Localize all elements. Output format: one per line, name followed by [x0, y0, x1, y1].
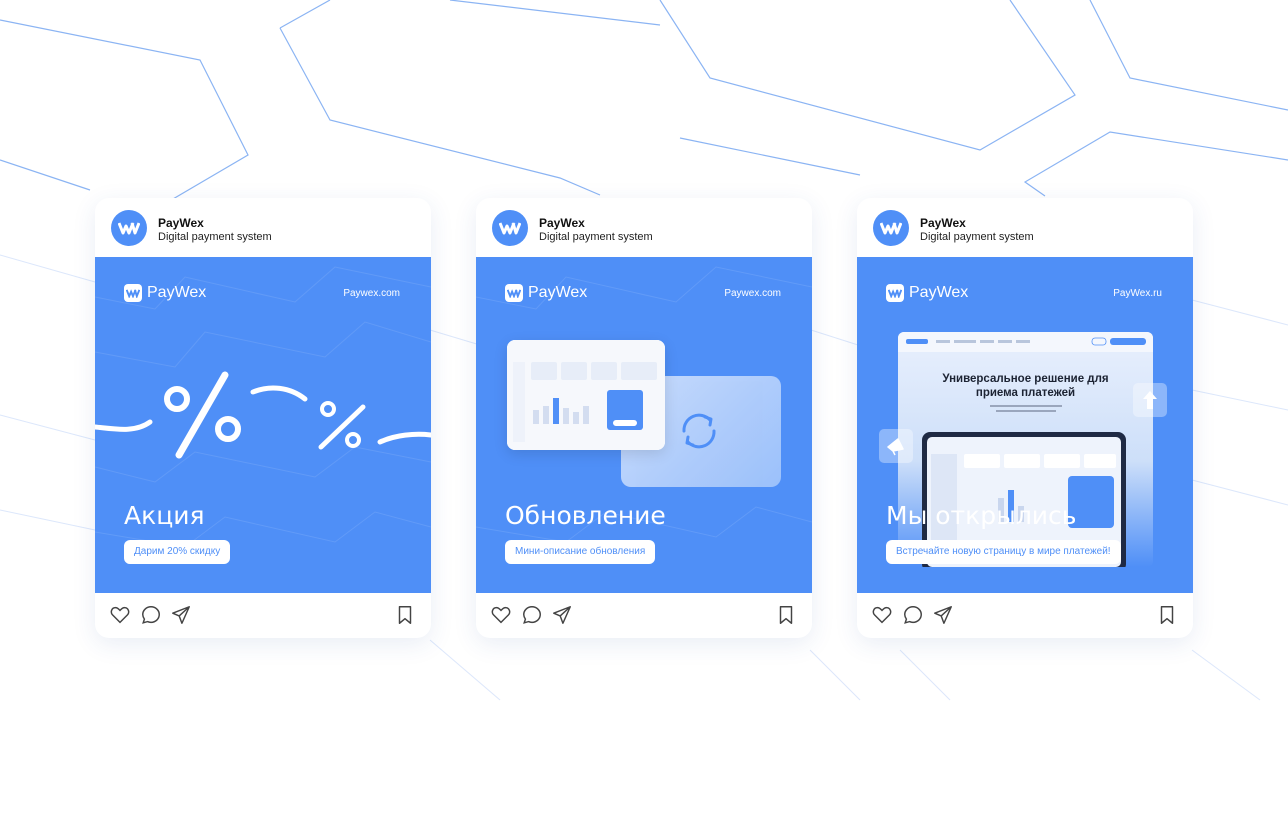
brand-name: PayWex: [528, 284, 588, 301]
comment-icon[interactable]: [521, 604, 543, 626]
share-icon[interactable]: [170, 604, 192, 626]
account-subtitle: Digital payment system: [539, 231, 653, 243]
post-pill: Дарим 20% скидку: [124, 540, 231, 564]
bookmark-icon[interactable]: [1156, 604, 1178, 626]
brand-name: PayWex: [147, 284, 207, 301]
brand-logo: PayWex: [505, 284, 587, 302]
site-url: PayWex.ru: [1113, 288, 1162, 299]
percent-large-icon: [164, 371, 241, 459]
bookmark-icon[interactable]: [775, 604, 797, 626]
refresh-icon: [682, 413, 716, 449]
upload-arrow-icon: [1133, 383, 1167, 417]
brand-logo: PayWex: [124, 284, 206, 302]
post-actions: [857, 593, 1193, 638]
paywex-logo-icon: [118, 222, 140, 235]
post-header: PayWex Digital payment system: [95, 198, 431, 257]
avatar[interactable]: [492, 210, 528, 246]
post-image[interactable]: PayWex Paywex.com Обновление Мини-описан…: [476, 257, 812, 593]
post-card-promo: PayWex Digital payment system PayWex Pay…: [95, 198, 431, 638]
site-url: Paywex.com: [724, 288, 781, 299]
site-url: Paywex.com: [343, 288, 400, 299]
account-subtitle: Digital payment system: [920, 231, 1034, 243]
comment-icon[interactable]: [140, 604, 162, 626]
avatar[interactable]: [111, 210, 147, 246]
paywex-logo-icon: [880, 222, 902, 235]
percent-small-icon: [318, 401, 366, 450]
brand-logo: PayWex: [886, 284, 968, 302]
heart-icon[interactable]: [490, 604, 512, 626]
heart-icon[interactable]: [871, 604, 893, 626]
share-icon[interactable]: [551, 604, 573, 626]
post-header: PayWex Digital payment system: [476, 198, 812, 257]
dashboard-mockup: [507, 340, 665, 450]
post-title: Обновление: [505, 501, 666, 530]
post-title: Мы открылись: [886, 501, 1077, 530]
account-subtitle: Digital payment system: [158, 231, 272, 243]
mockup-headline: Универсальное решение для приема платеже…: [898, 372, 1153, 400]
post-image[interactable]: PayWex PayWex.ru Универсальное решение д…: [857, 257, 1193, 593]
post-image[interactable]: PayWex Paywex.com Акция Дарим 20% скидку: [95, 257, 431, 593]
percent-signs-graphic: [95, 371, 431, 459]
heart-icon[interactable]: [109, 604, 131, 626]
post-actions: [476, 593, 812, 638]
post-pill: Мини-описание обновления: [505, 540, 656, 564]
post-card-update: PayWex Digital payment system PayWex Pay…: [476, 198, 812, 638]
mockup-headline-line1: Универсальное решение для: [942, 373, 1109, 385]
paywex-logo-icon: [886, 284, 904, 302]
paywex-logo-icon: [124, 284, 142, 302]
post-pill: Встречайте новую страницу в мире платеже…: [886, 540, 1121, 564]
comment-icon[interactable]: [902, 604, 924, 626]
avatar[interactable]: [873, 210, 909, 246]
post-title: Акция: [124, 501, 205, 530]
account-name[interactable]: PayWex: [539, 216, 585, 230]
paywex-logo-icon: [499, 222, 521, 235]
megaphone-icon: [879, 429, 913, 463]
bookmark-icon[interactable]: [394, 604, 416, 626]
post-card-launch: PayWex Digital payment system PayWex Pay…: [857, 198, 1193, 638]
landing-page-mockup: Универсальное решение для приема платеже…: [898, 332, 1153, 567]
post-actions: [95, 593, 431, 638]
account-name[interactable]: PayWex: [920, 216, 966, 230]
paywex-logo-icon: [505, 284, 523, 302]
brand-name: PayWex: [909, 284, 969, 301]
mockup-headline-line2: приема платежей: [975, 387, 1076, 399]
post-header: PayWex Digital payment system: [857, 198, 1193, 257]
account-name[interactable]: PayWex: [158, 216, 204, 230]
share-icon[interactable]: [932, 604, 954, 626]
